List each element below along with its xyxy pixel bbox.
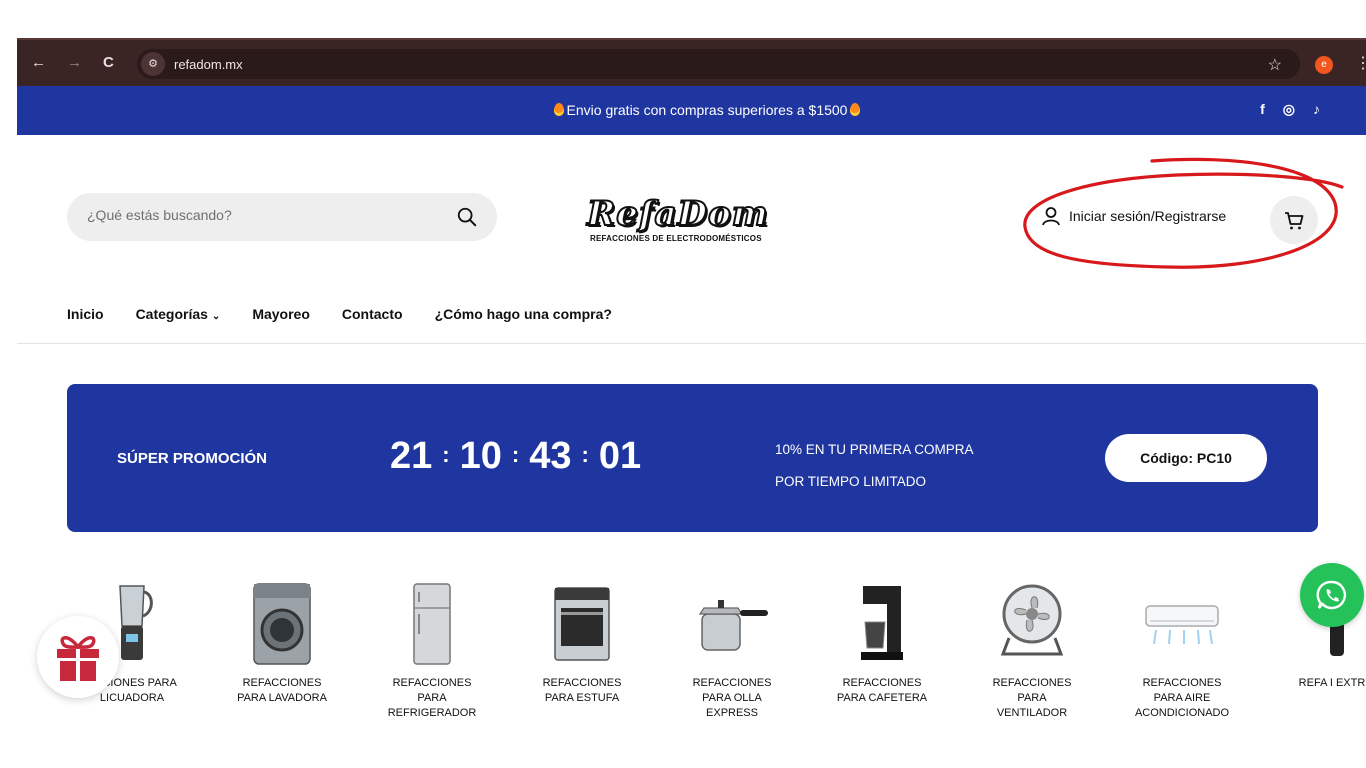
whatsapp-button[interactable] — [1300, 563, 1364, 627]
header-divider — [17, 343, 1366, 344]
browser-menu-icon[interactable]: ⋮ — [1355, 53, 1366, 73]
countdown-separator: : — [511, 441, 520, 467]
offer-line-2: POR TIEMPO LIMITADO — [775, 474, 927, 489]
promo-text: Envio gratis con compras superiores a $1… — [566, 102, 848, 118]
login-link[interactable]: Iniciar sesión/Registrarse — [1041, 206, 1226, 226]
countdown-separator: : — [442, 441, 450, 467]
menu-item-categorias[interactable]: Categorías ⌄ — [136, 306, 221, 322]
fan-icon — [1000, 584, 1064, 656]
search-input[interactable] — [87, 207, 437, 223]
whatsapp-icon — [1316, 580, 1347, 610]
countdown-days: 21 — [390, 435, 433, 477]
countdown-seconds: 01 — [598, 435, 642, 477]
forward-button[interactable]: → — [67, 55, 82, 71]
promo-bar: Envio gratis con compras superiores a $1… — [17, 86, 1366, 135]
flame-icon — [850, 103, 861, 116]
air-conditioner-icon — [1145, 605, 1219, 645]
category-label: REFACCIONES PARA LAVADORA — [237, 677, 327, 704]
gift-button[interactable] — [37, 616, 119, 698]
site-info-icon[interactable]: ⚙ — [141, 52, 165, 76]
back-button[interactable]: ← — [31, 55, 46, 71]
menu-item-inicio[interactable]: Inicio — [67, 306, 104, 322]
category-label: REFACCIONES PARA REFRIGERADOR — [387, 677, 477, 719]
countdown-hours: 10 — [459, 435, 502, 477]
category-label: REFACCIONES PARA OLLA EXPRESS — [692, 677, 772, 719]
chevron-down-icon: ⌄ — [211, 311, 221, 322]
menu-item-label: Categorías — [135, 306, 208, 322]
category-item[interactable]: REFACCIONES PARA OLLA EXPRESS — [657, 576, 807, 720]
category-label: REFACCIONES PARA ESTUFA — [542, 677, 622, 704]
tiktok-icon[interactable]: ♪ — [1313, 101, 1320, 118]
logo-wordmark: RefaDom — [586, 193, 769, 235]
profile-avatar[interactable]: e — [1315, 56, 1333, 74]
countdown-separator: : — [581, 441, 589, 467]
facebook-icon[interactable]: f — [1260, 101, 1265, 118]
stove-icon — [554, 587, 610, 661]
social-links: f ◎ ♪ — [1260, 101, 1320, 118]
menu-item-mayoreo[interactable]: Mayoreo — [252, 306, 310, 322]
promo-code-button[interactable]: Código: PC10 — [1105, 434, 1267, 482]
promo-banner: SÚPER PROMOCIÓN 21 : 10 : 43 : 01 10% EN… — [67, 384, 1318, 532]
fridge-icon — [413, 583, 451, 665]
category-item[interactable]: REFACCIONES PARA LAVADORA — [207, 576, 357, 706]
countdown-timer: 21 : 10 : 43 : 01 — [390, 435, 641, 478]
category-item[interactable]: REFACCIONES PARA CAFETERA — [807, 576, 957, 706]
offer-line-1: 10% EN TU PRIMERA COMPRA — [775, 442, 974, 457]
menu-item-contacto[interactable]: Contacto — [342, 306, 403, 322]
search-box — [67, 193, 497, 241]
pressure-cooker-icon — [698, 600, 768, 651]
gift-icon — [57, 636, 99, 681]
search-icon[interactable] — [456, 206, 478, 228]
flame-icon — [553, 103, 564, 116]
cart-button[interactable] — [1270, 196, 1318, 244]
category-item[interactable]: REFACCIONES PARA REFRIGERADOR — [357, 576, 507, 720]
url-text: refadom.mx — [174, 57, 243, 72]
offer-text: 10% EN TU PRIMERA COMPRA POR TIEMPO LIMI… — [775, 434, 974, 498]
login-label: Iniciar sesión/Registrarse — [1069, 208, 1227, 224]
category-label: REFACCIONES PARA VENTILADOR — [992, 677, 1072, 719]
instagram-icon[interactable]: ◎ — [1283, 101, 1295, 118]
category-label: REFACCIONES PARA AIRE ACONDICIONADO — [1134, 677, 1230, 719]
category-item[interactable]: REFACCIONES PARA AIRE ACONDICIONADO — [1107, 576, 1257, 720]
countdown-minutes: 43 — [529, 435, 572, 477]
main-menu: Inicio Categorías ⌄ Mayoreo Contacto ¿Cóm… — [67, 306, 612, 322]
coffee-maker-icon — [861, 586, 903, 660]
site-logo[interactable]: RefaDom REFACCIONES DE ELECTRODOMÉSTICOS — [586, 193, 802, 250]
category-item[interactable]: REFACCIONES PARA VENTILADOR — [957, 576, 1107, 720]
banner-title: SÚPER PROMOCIÓN — [117, 450, 268, 467]
logo-tagline: REFACCIONES DE ELECTRODOMÉSTICOS — [590, 234, 762, 243]
category-item[interactable]: REFACCIONES PARA ESTUFA — [507, 576, 657, 706]
menu-item-como-comprar[interactable]: ¿Cómo hago una compra? — [435, 306, 612, 322]
category-label: REFA I EXTR — [1298, 677, 1366, 689]
user-icon — [1042, 207, 1060, 226]
browser-window: ← → C ⚙ refadom.mx ☆ e ⋮ Envio gratis co… — [17, 38, 1366, 720]
reload-button[interactable]: C — [103, 55, 114, 71]
category-label: REFACCIONES PARA CAFETERA — [836, 677, 928, 704]
category-carousel: ACCIONES PARA LICUADORA REFACCIONES PARA… — [57, 576, 1366, 720]
washer-icon — [253, 583, 311, 665]
bookmark-star-icon[interactable]: ☆ — [1268, 55, 1282, 75]
browser-toolbar: ← → C ⚙ refadom.mx ☆ e ⋮ — [17, 38, 1366, 86]
address-bar[interactable]: ⚙ refadom.mx ☆ — [137, 49, 1300, 79]
cart-icon — [1285, 212, 1304, 230]
